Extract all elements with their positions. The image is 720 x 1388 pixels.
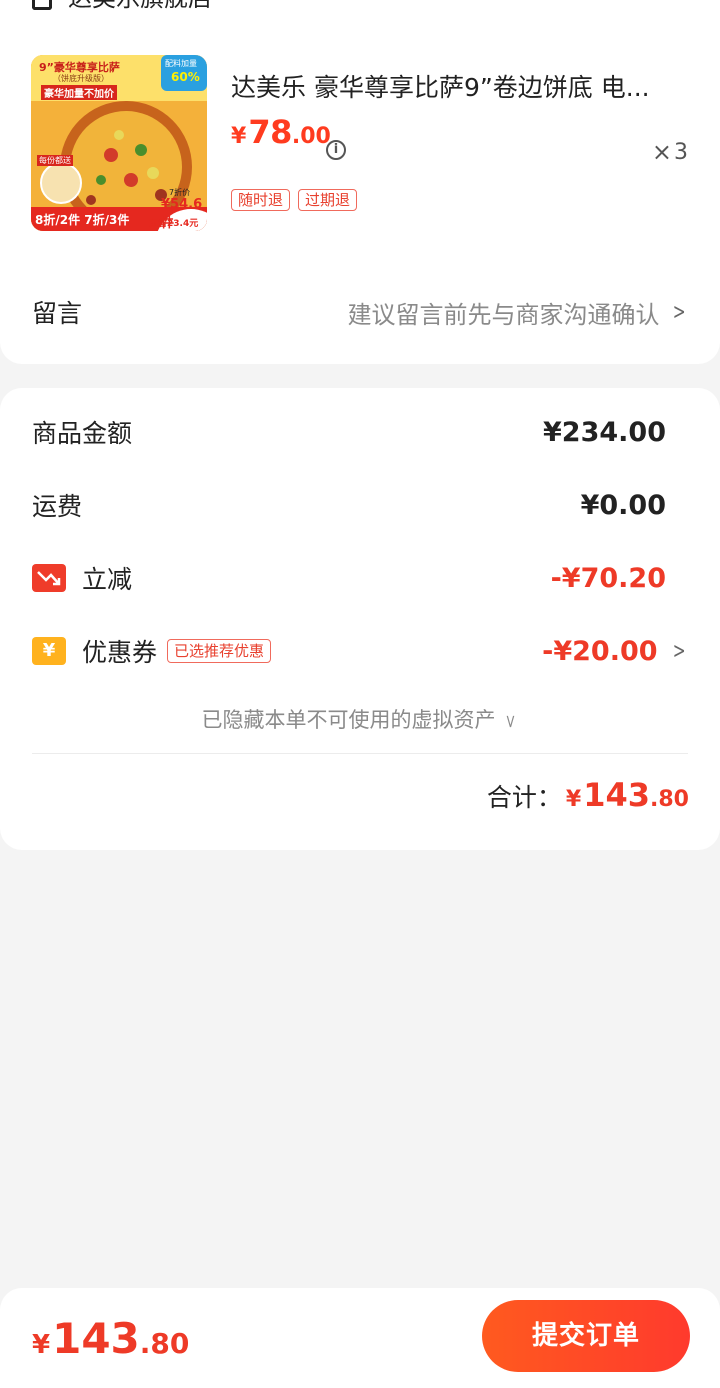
coupon-value: -¥20.00 xyxy=(542,635,658,667)
subtotal-decimal: .80 xyxy=(650,787,689,812)
hidden-assets-text: 已隐藏本单不可使用的虚拟资产 xyxy=(201,708,496,732)
image-badge-top: 配料加量 xyxy=(165,59,197,68)
image-extra: 每份都送 xyxy=(37,155,73,166)
chevron-right-icon: > xyxy=(672,299,686,325)
discount-label: 立减 xyxy=(82,565,133,594)
goods-amount-value: ¥234.00 xyxy=(543,416,666,448)
discount-value: -¥70.20 xyxy=(550,562,666,594)
subtotal-row: 合计： ¥ 143 .80 xyxy=(487,776,689,814)
product-title[interactable]: 达美乐 豪华尊享比萨9”卷边饼底 电... xyxy=(231,72,676,104)
message-row[interactable]: 留言 建议留言前先与商家沟通确认 > xyxy=(32,292,688,332)
goods-amount-label: 商品金额 xyxy=(32,419,133,448)
tag-refund-expired: 过期退 xyxy=(298,189,358,211)
bottom-total: ¥ 143 .80 xyxy=(32,1314,189,1363)
coupon-value-wrap: -¥20.00 > xyxy=(542,636,688,667)
store-icon xyxy=(32,0,52,10)
price-down-icon xyxy=(32,564,66,592)
bottom-integer: 143 xyxy=(52,1314,140,1363)
image-ribbon-text: 豪华加量不加价 xyxy=(41,85,117,100)
price-integer: 78 xyxy=(248,113,292,151)
coupon-label: 优惠券 xyxy=(82,638,158,667)
times-icon: × xyxy=(651,138,672,166)
discount-label-wrap: 立减 xyxy=(32,560,132,596)
shop-name: 达美乐旗舰店 xyxy=(68,0,212,10)
price-decimal: .00 xyxy=(291,124,331,149)
shop-row[interactable]: 达美乐旗舰店 xyxy=(32,0,212,10)
message-hint: 建议留言前先与商家沟通确认 > xyxy=(348,295,688,330)
coupon-label-wrap: ¥ 优惠券 已选推荐优惠 xyxy=(32,633,272,669)
image-sub-text: （饼底升级版） xyxy=(53,74,109,83)
image-promo: 8折/2件 7折/3件 xyxy=(35,213,130,227)
bottom-decimal: .80 xyxy=(139,1327,190,1360)
shipping-row: 运费 ¥0.00 xyxy=(32,485,688,525)
product-card: 达美乐旗舰店 9”豪华尊享比萨 （饼底升级版） 豪华加量不加价 配料加量 60%… xyxy=(0,0,720,364)
info-icon[interactable]: i xyxy=(326,140,346,160)
submit-order-button[interactable]: 提交订单 xyxy=(482,1300,690,1372)
message-hint-text: 建议留言前先与商家沟通确认 xyxy=(347,300,660,329)
coupon-recommend-tag: 已选推荐优惠 xyxy=(167,639,272,663)
checkout-bar: ¥ 143 .80 提交订单 xyxy=(0,1288,720,1388)
divider xyxy=(32,753,688,754)
subtotal-label: 合计： xyxy=(486,783,562,812)
hidden-assets-toggle[interactable]: 已隐藏本单不可使用的虚拟资产 > xyxy=(0,704,720,734)
shipping-label: 运费 xyxy=(32,492,83,521)
product-quantity: × 3 xyxy=(652,138,688,166)
quantity-value: 3 xyxy=(674,139,688,165)
chevron-right-icon: > xyxy=(672,638,686,664)
coupon-icon: ¥ xyxy=(32,637,66,665)
message-label: 留言 xyxy=(32,299,83,328)
bottom-currency: ¥ xyxy=(32,1330,51,1360)
image-save: 立省23.4元 xyxy=(149,219,199,229)
product-price: ¥ 78 .00 xyxy=(231,113,331,151)
product-tags: 随时退 过期退 xyxy=(231,189,358,211)
subtotal-integer: 143 xyxy=(583,776,651,814)
shipping-value: ¥0.00 xyxy=(580,489,666,521)
image-badge-pct: 60% xyxy=(171,70,200,84)
subtotal-currency: ¥ xyxy=(565,787,582,812)
tag-refund-anytime: 随时退 xyxy=(231,189,291,211)
price-currency: ¥ xyxy=(231,124,247,149)
summary-card: 商品金额 ¥234.00 运费 ¥0.00 立减 -¥70.20 ¥ 优惠券 已… xyxy=(0,388,720,850)
chevron-down-icon: > xyxy=(502,713,520,730)
coupon-row[interactable]: ¥ 优惠券 已选推荐优惠 -¥20.00 > xyxy=(32,631,688,671)
discount-row: 立减 -¥70.20 xyxy=(32,558,688,598)
goods-amount-row: 商品金额 ¥234.00 xyxy=(32,412,688,452)
product-image[interactable]: 9”豪华尊享比萨 （饼底升级版） 豪华加量不加价 配料加量 60% 每份都送 7… xyxy=(31,55,207,231)
